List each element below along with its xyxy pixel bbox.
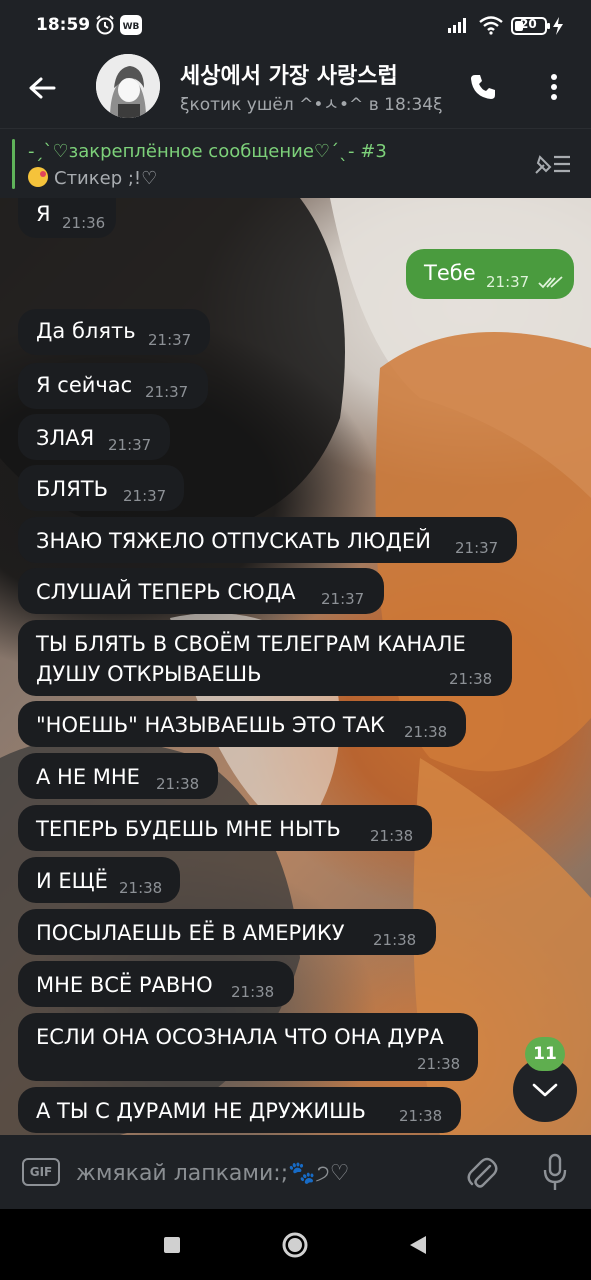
message-bubble-in[interactable]: МНЕ ВСЁ РАВНО 21:38	[18, 961, 294, 1007]
pinned-preview: Стикер ;!♡	[28, 167, 157, 189]
message-text: А ТЫ С ДУРАМИ НЕ ДРУЖИШЬ	[36, 1099, 366, 1123]
message-text-line2: ДУШУ ОТКРЫВАЕШЬ	[36, 662, 262, 686]
message-time: 21:38	[399, 1107, 443, 1125]
square-icon	[164, 1237, 180, 1253]
phone-icon	[471, 75, 495, 99]
message-text: БЛЯТЬ	[36, 477, 109, 501]
message-text: "НОЕШЬ" НАЗЫВАЕШЬ ЭТО ТАК	[36, 713, 385, 737]
message-time: 21:38	[404, 723, 448, 741]
pinned-message-bar[interactable]: -ˏˋ♡закреплённое сообщение♡ˊˎ- #3 Стикер…	[0, 128, 591, 199]
more-vertical-icon	[551, 74, 557, 100]
chat-header: 세상에서 가장 사랑스럽 ξкотик ушёл ^•ㅅ•^ в 18:34ξ	[0, 52, 591, 128]
message-time: 21:37	[455, 539, 499, 557]
gif-button[interactable]: GIF	[22, 1158, 60, 1186]
attach-button[interactable]	[462, 1153, 502, 1193]
pinned-list-icon	[535, 155, 570, 174]
message-text: И ЕЩЁ	[36, 869, 108, 893]
call-button[interactable]	[462, 66, 504, 108]
message-text: Я сейчас	[36, 373, 133, 397]
message-bubble-in[interactable]: ТЕПЕРЬ БУДЕШЬ МНЕ НЫТЬ 21:38	[18, 805, 432, 851]
message-bubble-in[interactable]: СЛУШАЙ ТЕПЕРЬ СЮДА 21:37	[18, 568, 384, 614]
message-text: ЕСЛИ ОНА ОСОЗНАЛА ЧТО ОНА ДУРА	[36, 1025, 444, 1049]
message-time: 21:38	[156, 775, 200, 793]
message-time: 21:37	[148, 331, 192, 349]
message-text: Да блять	[36, 319, 136, 343]
triangle-back-icon	[410, 1236, 426, 1254]
message-time: 21:38	[231, 983, 275, 1001]
chevron-down-icon	[532, 1083, 558, 1097]
recents-button[interactable]	[156, 1229, 188, 1261]
battery-level: 20	[520, 17, 537, 31]
wb-app-icon: WB	[120, 15, 142, 39]
wifi-icon	[478, 15, 504, 39]
pinned-indicator	[12, 139, 15, 189]
message-input[interactable]	[76, 1155, 446, 1191]
message-bubble-in[interactable]: Да блять 21:37	[18, 309, 210, 355]
pinned-preview-text: Стикер ;!♡	[54, 168, 158, 189]
signal-icon	[448, 16, 470, 38]
message-time: 21:38	[119, 879, 163, 897]
circle-icon	[282, 1232, 308, 1258]
message-bubble-in[interactable]: А НЕ МНЕ 21:38	[18, 753, 218, 799]
message-time: 21:38	[417, 1055, 461, 1073]
message-bubble-in[interactable]: ТЫ БЛЯТЬ В СВОЁМ ТЕЛЕГРАМ КАНАЛЕ ДУШУ ОТ…	[18, 620, 512, 696]
message-time: 21:38	[373, 931, 417, 949]
status-time: 18:59	[36, 15, 91, 35]
message-text: СЛУШАЙ ТЕПЕРЬ СЮДА	[36, 580, 296, 604]
message-text: ТЫ БЛЯТЬ В СВОЁМ ТЕЛЕГРАМ КАНАЛЕ	[36, 632, 466, 656]
message-time: 21:38	[370, 827, 414, 845]
more-menu-button[interactable]	[536, 66, 572, 108]
unread-count-badge: 11	[525, 1037, 565, 1071]
pinned-list-button[interactable]	[532, 149, 574, 179]
message-time: 21:37	[123, 487, 167, 505]
message-text: Тебе	[424, 261, 476, 285]
read-receipt-icon	[538, 276, 563, 289]
message-text: ПОСЫЛАЕШЬ ЕЁ В АМЕРИКУ	[36, 921, 345, 945]
microphone-button[interactable]	[536, 1151, 574, 1195]
message-bubble-in[interactable]: ЗЛАЯ 21:37	[18, 414, 170, 460]
paperclip-icon	[467, 1157, 498, 1188]
message-text: ЗНАЮ ТЯЖЕЛО ОТПУСКАТЬ ЛЮДЕЙ	[36, 529, 431, 553]
message-text: МНЕ ВСЁ РАВНО	[36, 973, 213, 997]
kiss-emoji-icon	[28, 167, 48, 187]
back-nav-button[interactable]	[402, 1229, 434, 1261]
message-text: ТЕПЕРЬ БУДЕШЬ МНЕ НЫТЬ	[36, 817, 341, 841]
microphone-icon	[543, 1153, 567, 1190]
back-button[interactable]	[22, 68, 62, 108]
message-text: Я	[36, 202, 51, 226]
arrow-left-icon	[29, 77, 56, 99]
message-time: 21:36	[62, 214, 106, 232]
message-bubble-in[interactable]: Я 21:36	[18, 198, 116, 238]
message-time: 21:38	[449, 670, 493, 688]
alarm-icon	[94, 14, 116, 40]
message-time: 21:37	[145, 383, 189, 401]
status-bar: 18:59 WB 20	[0, 0, 591, 52]
system-nav-bar	[0, 1209, 591, 1280]
message-text: А НЕ МНЕ	[36, 765, 140, 789]
message-composer: GIF	[0, 1135, 591, 1209]
message-bubble-in[interactable]: Я сейчас 21:37	[18, 363, 208, 409]
message-time: 21:37	[321, 590, 365, 608]
message-time: 21:37	[108, 436, 152, 454]
message-bubble-in[interactable]: И ЕЩЁ 21:38	[18, 857, 180, 903]
message-time: 21:37	[486, 273, 530, 291]
pinned-title: -ˏˋ♡закреплённое сообщение♡ˊˎ- #3	[28, 141, 387, 162]
message-bubble-in[interactable]: БЛЯТЬ 21:37	[18, 465, 184, 511]
charging-icon	[552, 16, 564, 40]
message-bubble-in[interactable]: ПОСЫЛАЕШЬ ЕЁ В АМЕРИКУ 21:38	[18, 909, 436, 955]
message-bubble-out[interactable]: Тебе 21:37	[406, 249, 574, 299]
message-bubble-in[interactable]: ЗНАЮ ТЯЖЕЛО ОТПУСКАТЬ ЛЮДЕЙ 21:37	[18, 517, 517, 563]
chat-title[interactable]: 세상에서 가장 사랑스럽	[180, 58, 440, 90]
svg-text:WB: WB	[123, 22, 140, 32]
home-button[interactable]	[279, 1229, 311, 1261]
chat-status: ξкотик ушёл ^•ㅅ•^ в 18:34ξ	[180, 95, 443, 115]
message-bubble-in[interactable]: А ТЫ С ДУРАМИ НЕ ДРУЖИШЬ 21:38	[18, 1087, 461, 1133]
message-bubble-in[interactable]: "НОЕШЬ" НАЗЫВАЕШЬ ЭТО ТАК 21:38	[18, 701, 466, 747]
message-text: ЗЛАЯ	[36, 426, 95, 450]
avatar[interactable]	[96, 54, 160, 118]
message-bubble-in[interactable]: ЕСЛИ ОНА ОСОЗНАЛА ЧТО ОНА ДУРА 21:38	[18, 1013, 478, 1081]
